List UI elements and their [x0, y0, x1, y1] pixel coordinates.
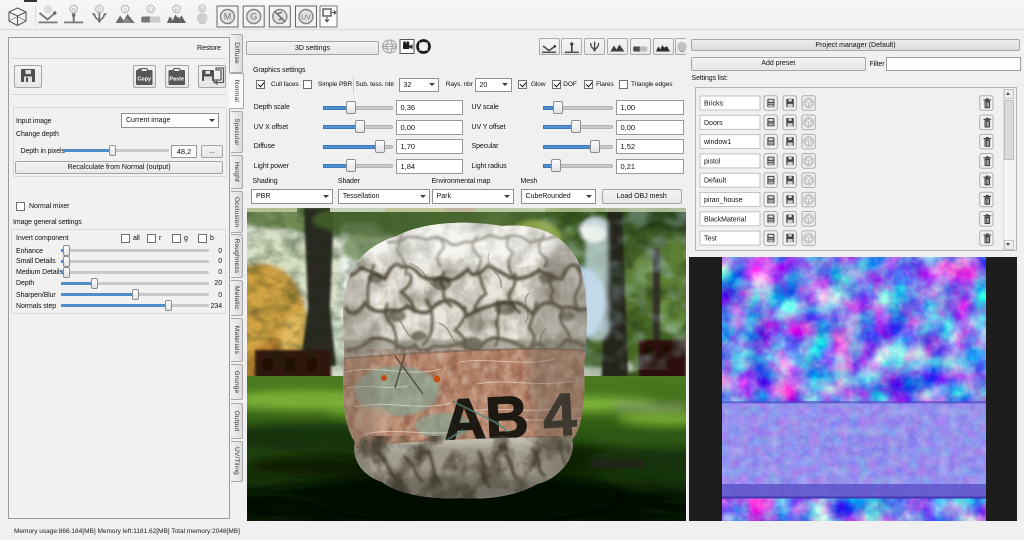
svg-text:Doors: Doors — [704, 120, 723, 127]
svg-text:piran_house: piran_house — [704, 197, 743, 204]
svg-text:UV: UV — [301, 15, 311, 22]
svg-text:Default: Default — [704, 178, 726, 185]
svg-text:BlackMaterial: BlackMaterial — [704, 216, 746, 223]
svg-text:Test: Test — [704, 236, 717, 243]
svg-text:pistol: pistol — [704, 158, 721, 165]
svg-text:window1: window1 — [703, 139, 731, 146]
svg-text:Copy: Copy — [137, 77, 152, 83]
svg-text:!?AB4#*: !?AB4#* — [777, 427, 937, 464]
svg-text:G: G — [250, 12, 257, 22]
svg-text:Paste: Paste — [169, 77, 184, 83]
svg-text:Bricks: Bricks — [704, 101, 724, 108]
